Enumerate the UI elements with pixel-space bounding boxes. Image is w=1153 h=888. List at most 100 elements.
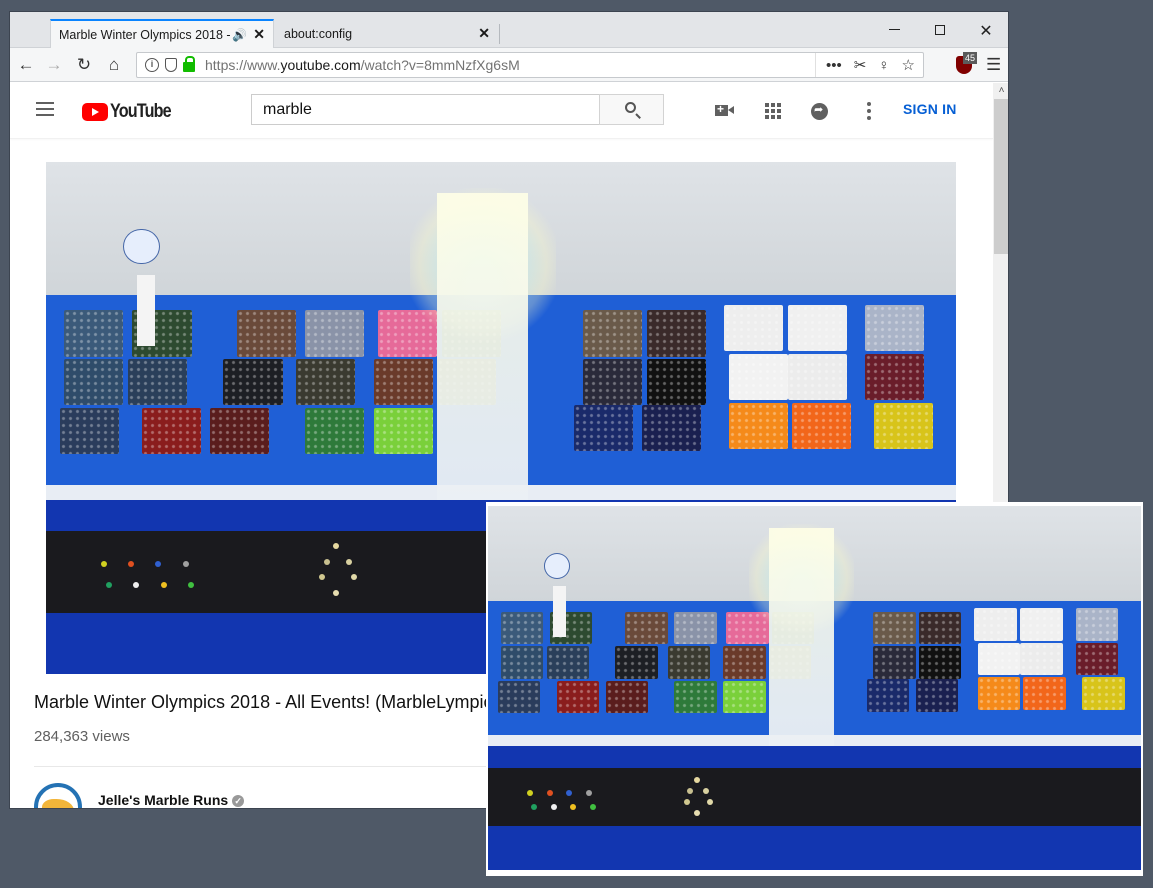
marble-grid — [873, 611, 916, 645]
tab-close-icon[interactable]: ✕ — [478, 25, 490, 42]
marble-grid — [646, 359, 706, 406]
pip-video-frame — [488, 506, 1141, 870]
more-vert-icon[interactable] — [858, 100, 880, 122]
window-close-button[interactable]: ✕ — [974, 21, 998, 41]
marble-grid — [501, 646, 544, 679]
scene-sign — [123, 228, 160, 265]
marble-grid — [501, 611, 544, 645]
site-identity[interactable]: i — [137, 56, 195, 72]
tab-title: about:config — [284, 26, 353, 41]
marble — [100, 561, 107, 568]
channel-name[interactable]: Jelle's Marble Runs ✓ — [98, 792, 245, 808]
tab-about-config[interactable]: about:config ✕ — [276, 19, 498, 48]
view-count: 284,363 views — [34, 728, 130, 745]
url-host: youtube.com — [280, 57, 361, 73]
minimize-button[interactable] — [882, 21, 906, 41]
marble-grid — [223, 359, 283, 406]
marble-grid — [1075, 642, 1119, 676]
navigation-toolbar: ← → ↻ ⌂ i https://www.youtube.com/watch?… — [10, 48, 1008, 82]
picture-in-picture-window[interactable] — [486, 502, 1143, 876]
marble-grid — [866, 678, 910, 712]
speaker-icon[interactable]: 🔊 — [232, 28, 247, 42]
url-scheme: https://www. — [205, 57, 281, 73]
tab-separator — [499, 24, 500, 44]
create-video-icon[interactable] — [713, 100, 735, 122]
marble — [182, 561, 189, 568]
scene-black-track — [488, 768, 1141, 827]
address-bar[interactable]: i https://www.youtube.com/watch?v=8mmNzf… — [136, 52, 924, 78]
marble — [585, 789, 592, 796]
marble-grid — [1075, 607, 1119, 641]
tab-title: Marble Winter Olympics 2018 - — [59, 27, 231, 42]
url-path: /watch?v=8mmNzfXg6sM — [360, 57, 520, 73]
minimize-icon — [888, 29, 900, 30]
more-actions-icon[interactable]: ••• — [826, 57, 842, 74]
marble-grid — [59, 407, 119, 454]
scroll-up-arrow-icon[interactable]: ˄ — [993, 83, 1008, 99]
scene-sign — [543, 553, 570, 579]
channel-name-text: Jelle's Marble Runs — [98, 792, 229, 808]
marble-grid — [373, 359, 433, 406]
marble — [693, 809, 700, 816]
marble-grid — [977, 677, 1021, 710]
home-button[interactable]: ⌂ — [104, 55, 124, 75]
marble-grid — [728, 354, 788, 401]
tab-youtube[interactable]: Marble Winter Olympics 2018 - 🔊 ✕ — [50, 19, 274, 48]
marble-grid — [546, 646, 590, 679]
channel-avatar[interactable] — [34, 783, 82, 808]
marble — [323, 558, 330, 565]
lock-icon[interactable] — [183, 56, 195, 72]
scene-sign-pole — [137, 274, 156, 347]
marble-grid — [582, 359, 643, 406]
tracking-shield-icon[interactable] — [165, 58, 177, 72]
marble-grid — [582, 310, 643, 357]
maximize-icon — [935, 25, 945, 35]
marble-grid — [64, 310, 124, 357]
marble-grid — [874, 402, 934, 449]
video-title: Marble Winter Olympics 2018 - All Events… — [34, 692, 502, 712]
bookmark-star-icon[interactable]: ☆ — [902, 56, 915, 74]
marble-grid — [977, 642, 1021, 676]
guide-menu-icon[interactable] — [36, 102, 54, 120]
forward-button[interactable]: → — [44, 55, 64, 75]
marble-grid — [573, 405, 633, 452]
marble-grid — [918, 611, 962, 645]
marble-grid — [1020, 642, 1063, 676]
marble-grid — [141, 407, 201, 454]
marble-grid — [1020, 607, 1063, 641]
screenshot-icon[interactable]: ✂ — [854, 56, 867, 74]
scene-sign-pole — [553, 586, 567, 638]
marble-grid — [1023, 677, 1066, 710]
search-button[interactable] — [599, 94, 664, 125]
marble-grid — [723, 305, 784, 352]
back-button[interactable]: ← — [16, 55, 36, 75]
reload-button[interactable]: ↻ — [74, 55, 94, 75]
marble-grid — [873, 646, 916, 679]
marble-grid — [646, 310, 706, 357]
marble-grid — [237, 310, 297, 357]
tab-strip: Marble Winter Olympics 2018 - 🔊 ✕ about:… — [10, 12, 1008, 48]
youtube-wordmark: YouTube — [110, 101, 172, 122]
search-input[interactable] — [251, 94, 600, 125]
marble-grid — [642, 405, 702, 452]
tab-close-icon[interactable]: ✕ — [253, 26, 265, 43]
maximize-button[interactable] — [928, 21, 952, 41]
marble-grid — [625, 611, 668, 645]
marble — [683, 799, 690, 806]
marble-grid — [974, 607, 1017, 641]
marble-grid — [865, 354, 925, 401]
page-actions: ••• ✂ ♀ ☆ — [814, 53, 923, 77]
lightbulb-icon[interactable]: ♀ — [878, 57, 889, 74]
apps-grid-icon[interactable] — [762, 100, 784, 122]
scrollbar-thumb[interactable] — [994, 99, 1008, 254]
messages-icon[interactable] — [809, 100, 831, 122]
hamburger-menu-icon[interactable]: ☰ — [986, 55, 1001, 75]
marble-grid — [915, 678, 959, 712]
extension-badge: 45 — [963, 52, 978, 64]
url-text[interactable]: https://www.youtube.com/watch?v=8mmNzfXg… — [205, 57, 520, 73]
marble — [332, 589, 339, 596]
youtube-logo[interactable]: YouTube — [82, 101, 181, 123]
sign-in-button[interactable]: SIGN IN — [903, 101, 957, 117]
info-icon[interactable]: i — [145, 58, 159, 72]
marble — [350, 574, 357, 581]
